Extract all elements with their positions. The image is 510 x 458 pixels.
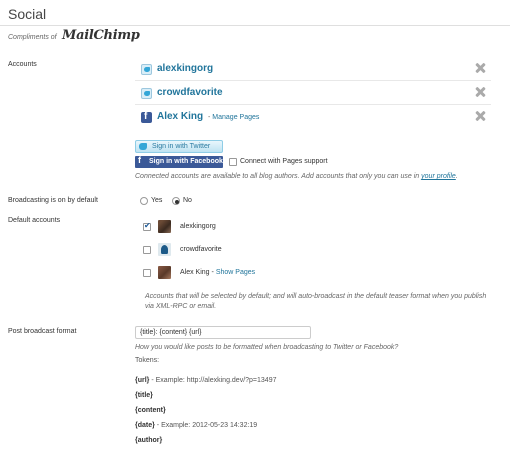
- token-item: {url} - Example: http://alexking.dev/?p=…: [135, 377, 277, 384]
- default-accounts-label: Default accounts: [8, 217, 61, 224]
- twitter-icon: [141, 64, 152, 75]
- avatar: [158, 266, 171, 279]
- default-account-name: alexkingorg: [180, 223, 216, 230]
- broadcasting-label: Broadcasting is on by default: [8, 197, 98, 204]
- account-name: crowdfavorite: [157, 87, 223, 98]
- remove-account-icon[interactable]: [475, 111, 485, 121]
- broadcast-yes-radio[interactable]: [140, 197, 148, 205]
- facebook-icon: [141, 111, 152, 123]
- token-item: {content}: [135, 407, 166, 414]
- broadcast-no-label: No: [183, 197, 192, 204]
- divider: [0, 25, 510, 26]
- post-format-input[interactable]: {title}: {content} {url}: [135, 326, 311, 339]
- default-account-name: crowdfavorite: [180, 246, 222, 253]
- sign-in-facebook-button[interactable]: f Sign in with Facebook: [135, 155, 223, 168]
- your-profile-link[interactable]: your profile: [421, 173, 456, 180]
- pages-support-checkbox[interactable]: [229, 158, 237, 166]
- pages-support-label: Connect with Pages support: [240, 158, 328, 165]
- default-account-checkbox[interactable]: [143, 246, 151, 254]
- default-account-checkbox[interactable]: [143, 269, 151, 277]
- accounts-help: Connected accounts are available to all …: [135, 173, 458, 180]
- facebook-icon: f: [138, 155, 141, 165]
- token-item: {author}: [135, 437, 163, 444]
- tokens-label: Tokens:: [135, 357, 160, 364]
- accounts-label: Accounts: [8, 61, 37, 68]
- account-name: alexkingorg: [157, 63, 214, 74]
- account-name: Alex King: [157, 111, 204, 122]
- token-item: {title}: [135, 392, 153, 399]
- avatar: [158, 220, 171, 233]
- default-account-checkbox[interactable]: [143, 221, 151, 231]
- remove-account-icon[interactable]: [475, 87, 485, 97]
- broadcast-no-radio[interactable]: [172, 197, 180, 205]
- show-pages-link[interactable]: Show Pages: [216, 269, 255, 276]
- account-row-alexkingorg: alexkingorg: [135, 58, 491, 81]
- page-title: Social: [8, 6, 47, 22]
- manage-pages-link[interactable]: - Manage Pages: [208, 114, 259, 121]
- account-row-alex-king: Alex King - Manage Pages: [135, 106, 491, 129]
- twitter-icon: [139, 143, 147, 150]
- compliments-text: Compliments of: [8, 34, 57, 41]
- avatar: [158, 243, 171, 256]
- remove-account-icon[interactable]: [475, 63, 485, 73]
- twitter-icon: [141, 88, 152, 99]
- post-format-help: How you would like posts to be formatted…: [135, 344, 399, 351]
- sign-in-twitter-button[interactable]: Sign in with Twitter: [135, 140, 223, 153]
- default-accounts-help: Accounts that will be selected by defaul…: [145, 293, 487, 310]
- post-format-label: Post broadcast format: [8, 328, 77, 335]
- mailchimp-logo: MailChimp: [62, 28, 140, 43]
- token-item: {date} - Example: 2012-05-23 14:32:19: [135, 422, 258, 429]
- broadcast-yes-label: Yes: [151, 197, 163, 204]
- account-row-crowdfavorite: crowdfavorite: [135, 82, 491, 105]
- default-account-name: Alex King - Show Pages: [180, 269, 256, 276]
